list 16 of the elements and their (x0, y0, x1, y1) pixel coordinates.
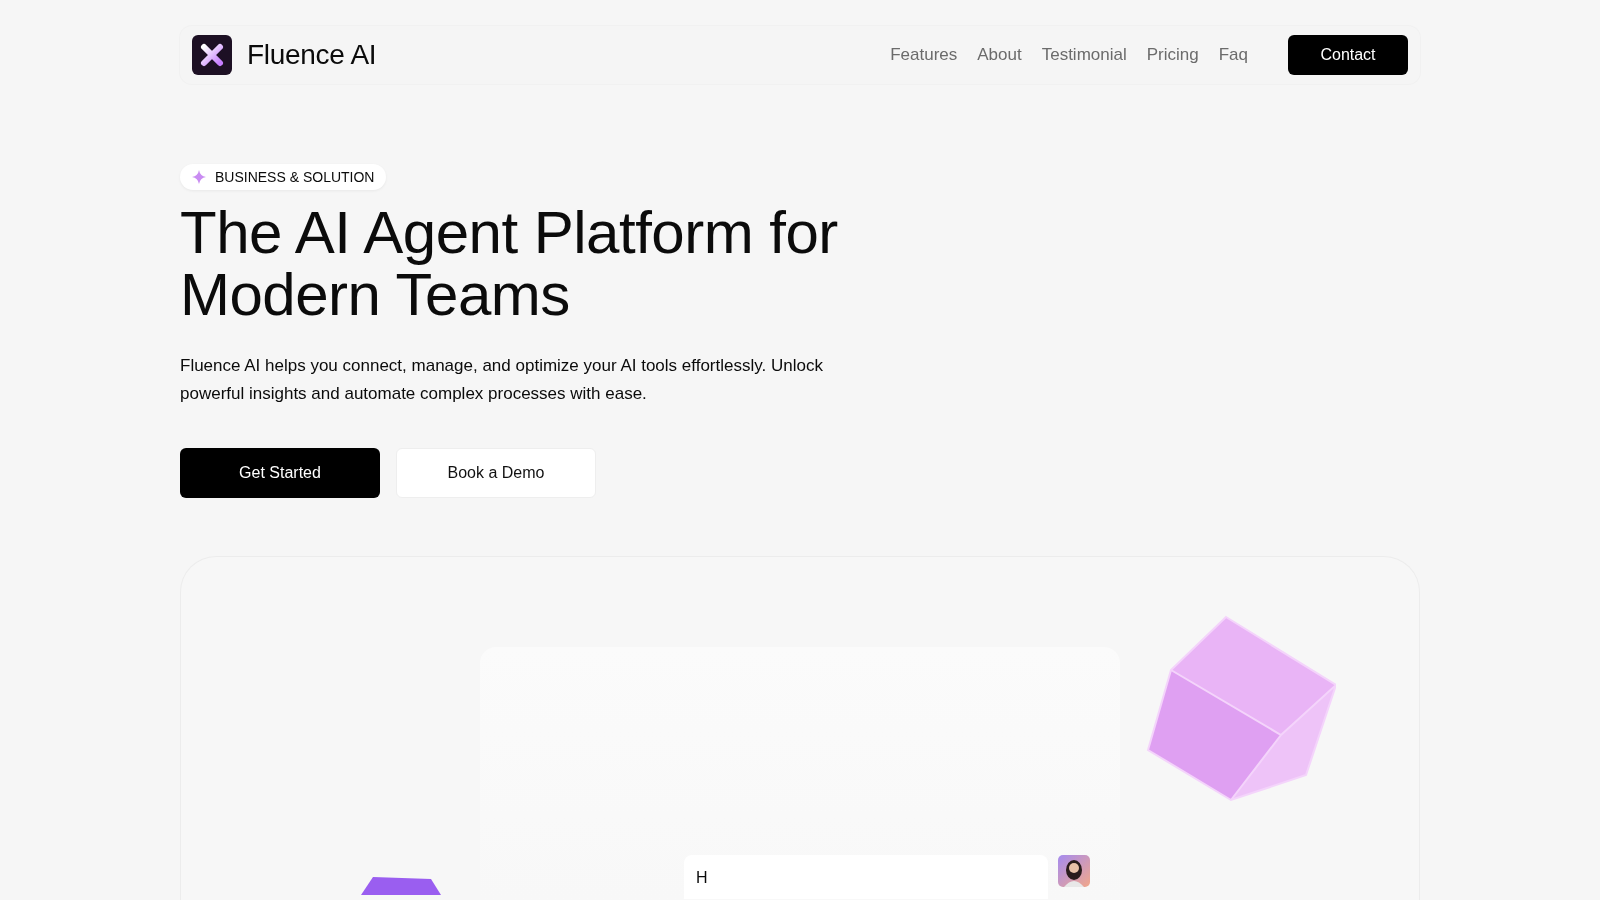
nav-link[interactable]: Features (890, 45, 958, 65)
get-started-button[interactable]: Get Started (180, 448, 380, 498)
nav-link[interactable]: Testimonial (1041, 45, 1127, 65)
nav-link[interactable]: About (977, 45, 1022, 65)
avatar-icon (1058, 855, 1090, 887)
badge-text: BUSINESS & SOLUTION (215, 169, 375, 185)
message-bubble: H (684, 855, 1048, 899)
brand-name: Fluence AI (247, 39, 377, 71)
hero-subtitle: Fluence AI helps you connect, manage, and optimize your AI tools effortlessly. Unlock powerful insights and automate complex processes with ease. (180, 355, 824, 405)
nav-link[interactable]: Faq (1218, 45, 1248, 65)
demo-button[interactable]: Book a Demo (396, 448, 596, 498)
sparkle-icon (192, 170, 206, 184)
contact-button[interactable]: Contact (1288, 35, 1408, 75)
nav-link[interactable]: Pricing (1146, 45, 1199, 65)
logo-icon (192, 35, 232, 75)
hero-title: The AI Agent Platform for Modern Teams (180, 202, 839, 326)
